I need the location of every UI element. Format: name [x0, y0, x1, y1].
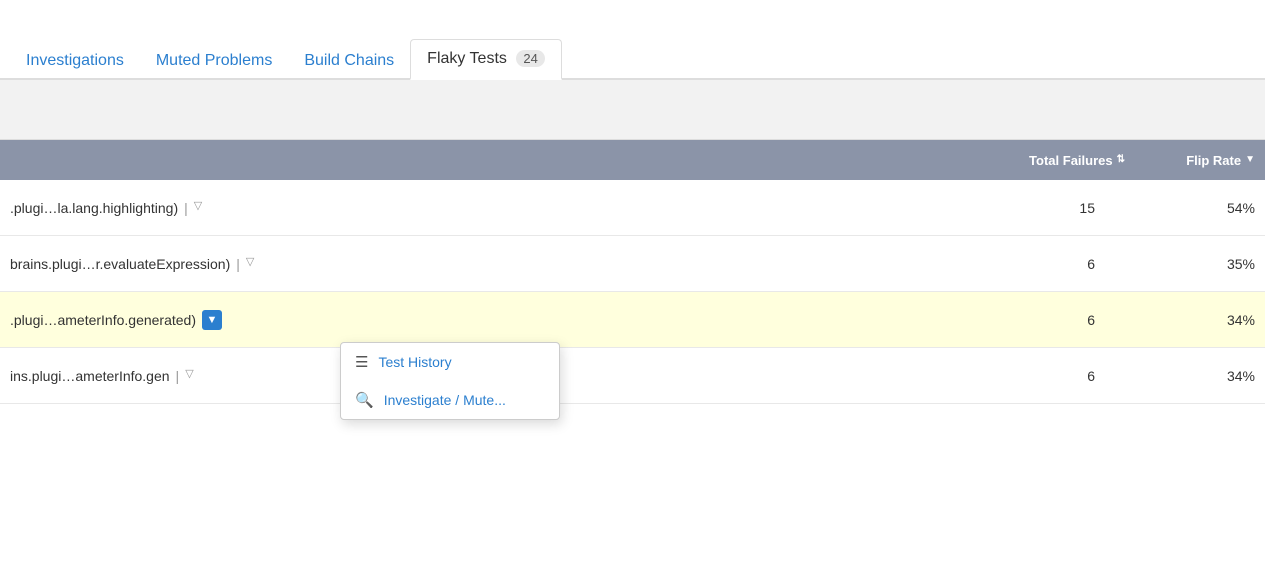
row-3-flip: 34%: [1125, 312, 1255, 328]
tab-flaky-tests[interactable]: Flaky Tests 24: [410, 39, 562, 80]
tab-muted-problems[interactable]: Muted Problems: [140, 42, 289, 80]
row-4-total: 6: [965, 368, 1125, 384]
investigate-mute-label: Investigate / Mute...: [384, 392, 506, 408]
row-4-flip: 34%: [1125, 368, 1255, 384]
flip-rate-sort-icon: ▼: [1245, 155, 1255, 165]
investigate-icon: 🔍: [355, 391, 374, 409]
row-3-dropdown-arrow[interactable]: ▼: [202, 310, 222, 330]
tab-investigations[interactable]: Investigations: [10, 42, 140, 80]
table-row: ins.plugi…ameterInfo.gen | ▽ 6 34%: [0, 348, 1265, 404]
pipe-2: |: [236, 256, 240, 272]
total-failures-label: Total Failures: [1029, 153, 1113, 168]
tab-build-chains[interactable]: Build Chains: [288, 42, 410, 80]
row-3-total: 6: [965, 312, 1125, 328]
row-1-flip: 54%: [1125, 200, 1255, 216]
filter-bar: [0, 80, 1265, 140]
row-2-text: brains.plugi…r.evaluateExpression): [10, 256, 230, 272]
table-header: Total Failures ⇅ Flip Rate ▼: [0, 140, 1265, 180]
context-dropdown-menu: ☰ Test History 🔍 Investigate / Mute...: [340, 342, 560, 420]
flaky-tests-badge: 24: [516, 50, 544, 67]
row-4-dropdown-arrow[interactable]: ▽: [185, 367, 203, 385]
test-history-icon: ☰: [355, 353, 368, 371]
col-total-failures-header[interactable]: Total Failures ⇅: [965, 153, 1125, 168]
table-row: brains.plugi…r.evaluateExpression) | ▽ 6…: [0, 236, 1265, 292]
col-flip-rate-header[interactable]: Flip Rate ▼: [1125, 153, 1255, 168]
test-history-label: Test History: [378, 354, 451, 370]
row-1-total: 15: [965, 200, 1125, 216]
row-name-3: .plugi…ameterInfo.generated) ▼: [10, 310, 965, 330]
flip-rate-label: Flip Rate: [1186, 153, 1241, 168]
tab-flaky-tests-label: Flaky Tests: [427, 50, 507, 67]
total-failures-sort-icon: ⇅: [1117, 155, 1125, 165]
row-2-total: 6: [965, 256, 1125, 272]
table-row: .plugi…la.lang.highlighting) | ▽ 15 54%: [0, 180, 1265, 236]
row-name-2: brains.plugi…r.evaluateExpression) | ▽: [10, 255, 965, 273]
row-3-text: .plugi…ameterInfo.generated): [10, 312, 196, 328]
row-4-text: ins.plugi…ameterInfo.gen: [10, 368, 170, 384]
menu-item-investigate-mute[interactable]: 🔍 Investigate / Mute...: [341, 381, 559, 419]
pipe-4: |: [176, 368, 180, 384]
row-1-dropdown-arrow[interactable]: ▽: [194, 199, 212, 217]
row-2-flip: 35%: [1125, 256, 1255, 272]
table-row: .plugi…ameterInfo.generated) ▼ 6 34% ☰ T…: [0, 292, 1265, 348]
row-2-dropdown-arrow[interactable]: ▽: [246, 255, 264, 273]
pipe-1: |: [184, 200, 188, 216]
menu-item-test-history[interactable]: ☰ Test History: [341, 343, 559, 381]
tab-bar: Investigations Muted Problems Build Chai…: [0, 0, 1265, 80]
row-name-1: .plugi…la.lang.highlighting) | ▽: [10, 199, 965, 217]
row-1-text: .plugi…la.lang.highlighting): [10, 200, 178, 216]
